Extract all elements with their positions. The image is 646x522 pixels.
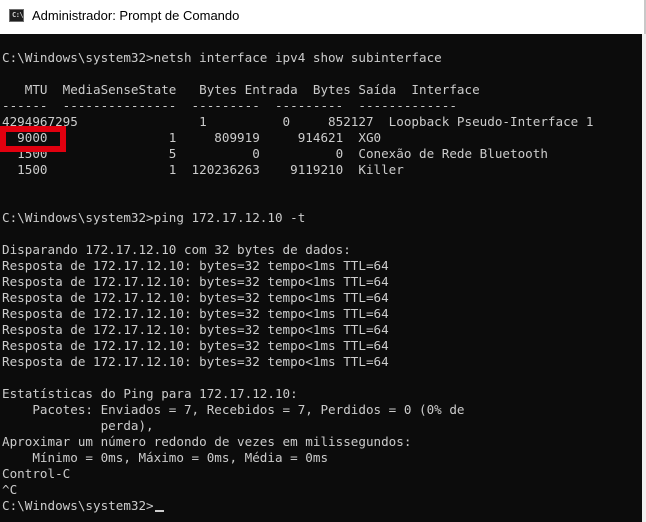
console-line: Resposta de 172.17.12.10: bytes=32 tempo… <box>2 306 389 321</box>
console-line: Resposta de 172.17.12.10: bytes=32 tempo… <box>2 338 389 353</box>
console-line: ^C <box>2 482 18 497</box>
console-line: C:\Windows\system32>netsh interface ipv4… <box>2 50 442 65</box>
console-line: MTU MediaSenseState Bytes Entrada Bytes … <box>2 82 480 97</box>
scrollbar[interactable] <box>642 34 646 522</box>
console-line: Resposta de 172.17.12.10: bytes=32 tempo… <box>2 354 389 369</box>
console-line: Resposta de 172.17.12.10: bytes=32 tempo… <box>2 258 389 273</box>
command-prompt-icon: C:\ <box>9 9 24 22</box>
title-bar[interactable]: C:\ Administrador: Prompt de Comando <box>0 0 646 34</box>
console-line: Resposta de 172.17.12.10: bytes=32 tempo… <box>2 322 389 337</box>
console-line: C:\Windows\system32>ping 172.17.12.10 -t <box>2 210 306 225</box>
command-prompt-icon-glyph: C:\ <box>12 11 24 19</box>
command-prompt-line[interactable]: C:\Windows\system32> <box>2 498 164 514</box>
console-line: Resposta de 172.17.12.10: bytes=32 tempo… <box>2 290 389 305</box>
console-line: perda), <box>2 418 154 433</box>
console-line: 1500 5 0 0 Conexão de Rede Bluetooth <box>2 146 548 161</box>
mtu-highlight-box <box>0 126 66 152</box>
console-line: Disparando 172.17.12.10 com 32 bytes de … <box>2 242 351 257</box>
console-output[interactable]: C:\Windows\system32>netsh interface ipv4… <box>0 34 642 522</box>
prompt-text: C:\Windows\system32> <box>2 498 154 513</box>
console-line: Estatísticas do Ping para 172.17.12.10: <box>2 386 298 401</box>
console-line: Aproximar um número redondo de vezes em … <box>2 434 412 449</box>
console-line: 4294967295 1 0 852127 Loopback Pseudo-In… <box>2 114 594 129</box>
console-line: ------ --------------- --------- -------… <box>2 98 457 113</box>
window-title: Administrador: Prompt de Comando <box>32 8 240 23</box>
console-line: 1500 1 120236263 9119210 Killer <box>2 162 404 177</box>
console-line: Resposta de 172.17.12.10: bytes=32 tempo… <box>2 274 389 289</box>
console-line: Control-C <box>2 466 71 481</box>
text-cursor <box>154 510 164 512</box>
command-prompt-window: C:\ Administrador: Prompt de Comando C:\… <box>0 0 646 522</box>
console-line: Mínimo = 0ms, Máximo = 0ms, Média = 0ms <box>2 450 329 465</box>
console-line: Pacotes: Enviados = 7, Recebidos = 7, Pe… <box>2 402 465 417</box>
